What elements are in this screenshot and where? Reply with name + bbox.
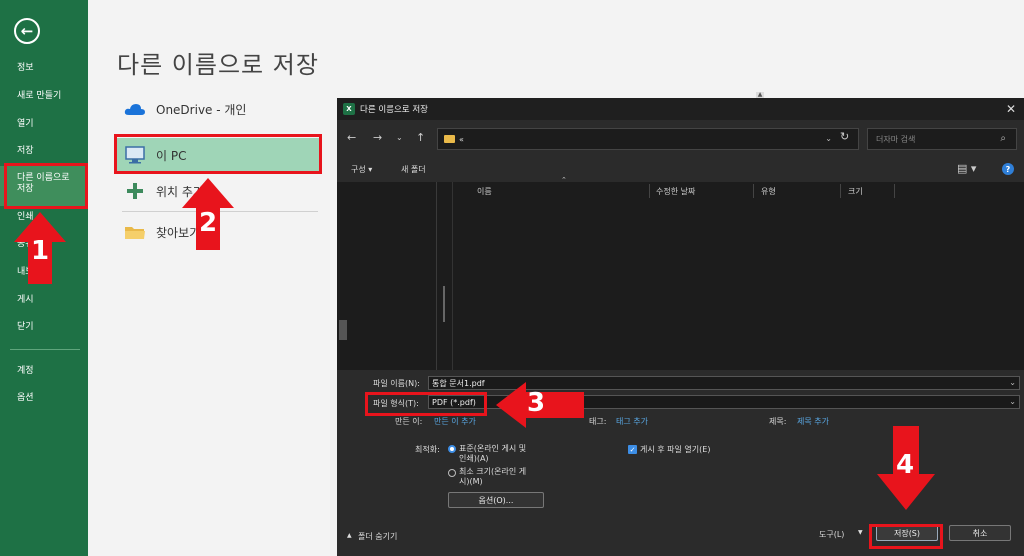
- folder-icon: [444, 135, 455, 143]
- radio-minimum-label: 최소 크기(온라인 게 시)(M): [459, 467, 527, 486]
- options-button[interactable]: 옵션(O)...: [448, 492, 544, 508]
- address-bar[interactable]: « ⌄: [437, 128, 859, 150]
- nav-pane-scrollbar[interactable]: [339, 320, 347, 340]
- new-folder-button[interactable]: 새 폴더: [401, 164, 426, 175]
- sort-arrow-icon: ⌃: [561, 176, 567, 184]
- highlight-this-pc: [114, 134, 322, 174]
- optimize-label: 최적화:: [415, 445, 440, 454]
- highlight-save-as: [4, 163, 88, 209]
- hide-folders-button[interactable]: 폴더 숨기기: [358, 531, 397, 542]
- address-text: «: [459, 134, 464, 144]
- excel-backstage: ← 정보 새로 만들기 열기 저장 다른 이름으로 저장 인쇄 공유 내보내기 …: [0, 0, 1024, 556]
- tools-button[interactable]: 도구(L): [819, 529, 844, 540]
- back-icon[interactable]: ←: [347, 131, 356, 144]
- sidebar-item-close[interactable]: 닫기: [0, 322, 88, 333]
- step-number-2: 2: [199, 208, 218, 238]
- collapse-arrow-icon[interactable]: ▲: [347, 532, 352, 539]
- sidebar-item-account[interactable]: 계정: [0, 366, 88, 377]
- cancel-button[interactable]: 취소: [949, 525, 1011, 541]
- column-divider[interactable]: [649, 184, 650, 198]
- checkbox-open-after[interactable]: ✓: [628, 445, 637, 454]
- cloud-icon: [122, 102, 148, 116]
- address-row: ← → ⌄ ↑ « ⌄ ↻ 더자마 검색 ⌕: [337, 126, 1024, 152]
- radio-standard-label: 표준(온라인 게시 및 인쇄)(A): [459, 444, 527, 463]
- highlight-filetype: [365, 392, 487, 416]
- column-modified[interactable]: 수정한 날짜: [656, 186, 695, 197]
- help-icon[interactable]: ?: [1002, 163, 1014, 175]
- step-number-4: 4: [896, 450, 915, 480]
- column-size[interactable]: 크기: [848, 186, 863, 197]
- dialog-toolbar: 구성 ▾ 새 폴더 ▤ ▾ ?: [337, 158, 1024, 180]
- open-after-label: 게시 후 파일 열기(E): [640, 445, 711, 454]
- file-list: ⌃ 이름 수정한 날짜 유형 크기: [337, 176, 1024, 370]
- search-input[interactable]: 더자마 검색 ⌕: [867, 128, 1017, 150]
- column-divider[interactable]: [753, 184, 754, 198]
- dialog-title: 다른 이름으로 저장: [360, 105, 428, 115]
- location-label: OneDrive - 개인: [156, 102, 247, 117]
- folder-icon: [122, 224, 148, 240]
- chevron-down-icon[interactable]: ⌄: [396, 133, 403, 142]
- nav-pane-divider: [436, 182, 437, 370]
- location-onedrive[interactable]: OneDrive - 개인: [114, 92, 320, 126]
- title-field[interactable]: 제목 추가: [797, 416, 829, 427]
- scrollbar-thumb[interactable]: [443, 286, 445, 322]
- view-options-icon[interactable]: ▤ ▾: [957, 162, 976, 175]
- chevron-down-icon[interactable]: ⌄: [825, 134, 832, 143]
- author-field[interactable]: 만든 이 추가: [434, 416, 476, 427]
- organize-button[interactable]: 구성 ▾: [351, 164, 372, 175]
- page-title: 다른 이름으로 저장: [117, 51, 319, 79]
- nav-pane-divider: [452, 182, 453, 370]
- up-icon[interactable]: ↑: [416, 131, 425, 144]
- chevron-down-icon[interactable]: ▼: [858, 529, 863, 536]
- sidebar-item-options[interactable]: 옵션: [0, 393, 88, 404]
- sidebar-divider: [10, 349, 80, 350]
- chevron-down-icon[interactable]: ⌄: [1009, 378, 1016, 387]
- search-icon: ⌕: [1000, 133, 1006, 144]
- sidebar-item-new[interactable]: 새로 만들기: [0, 91, 88, 102]
- title-label: 제목:: [769, 417, 787, 426]
- filename-label: 파일 이름(N):: [373, 379, 420, 388]
- sidebar-item-info[interactable]: 정보: [0, 63, 88, 74]
- plus-icon: [122, 182, 148, 200]
- sidebar-item-save[interactable]: 저장: [0, 146, 88, 157]
- filename-value: 통합 문서1.pdf: [432, 378, 485, 388]
- column-divider[interactable]: [894, 184, 895, 198]
- radio-standard[interactable]: [448, 445, 456, 453]
- back-arrow-icon[interactable]: ←: [14, 18, 40, 44]
- highlight-save-button: [869, 524, 943, 549]
- tags-label: 태그:: [589, 417, 607, 426]
- step-number-1: 1: [31, 236, 50, 266]
- dialog-titlebar: X 다른 이름으로 저장 ✕: [337, 98, 1024, 120]
- tags-field[interactable]: 태그 추가: [616, 416, 648, 427]
- forward-icon[interactable]: →: [373, 131, 382, 144]
- excel-icon: X: [343, 103, 355, 115]
- refresh-icon[interactable]: ↻: [840, 130, 849, 143]
- column-name[interactable]: 이름: [477, 186, 492, 197]
- sidebar-item-publish[interactable]: 게시: [0, 295, 88, 306]
- chevron-down-icon[interactable]: ⌄: [1009, 397, 1016, 406]
- radio-minimum[interactable]: [448, 469, 456, 477]
- search-placeholder: 더자마 검색: [876, 134, 916, 144]
- sidebar-item-open[interactable]: 열기: [0, 119, 88, 130]
- column-divider[interactable]: [840, 184, 841, 198]
- close-icon[interactable]: ✕: [1006, 102, 1016, 116]
- step-number-3: 3: [527, 388, 546, 418]
- column-type[interactable]: 유형: [761, 186, 776, 197]
- author-label: 만든 이:: [395, 417, 423, 426]
